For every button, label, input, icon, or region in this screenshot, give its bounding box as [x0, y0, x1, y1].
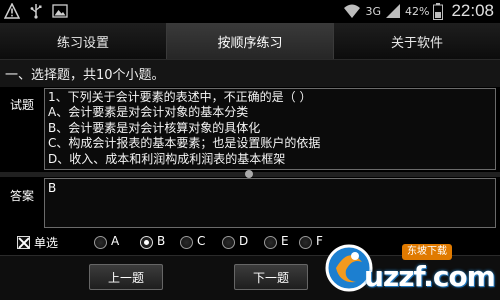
- image-icon: [52, 4, 68, 18]
- question-textarea[interactable]: 1、下列关于会计要素的表述中，不正确的是（ ） A、会计要素是对会计对象的基本分…: [44, 88, 496, 170]
- clock: 22:08: [451, 1, 494, 20]
- option-label-c: C: [197, 234, 206, 248]
- question-stem: 1、下列关于会计要素的表述中，不正确的是（ ）: [48, 90, 312, 104]
- option-radio-a[interactable]: [94, 236, 107, 249]
- question-option-b: B、会计要素是对会计核算对象的具体化: [48, 120, 261, 135]
- usb-icon: [30, 4, 42, 19]
- option-label-e: E: [281, 234, 289, 248]
- watermark-tag: 东坡下载: [402, 244, 452, 260]
- warning-icon: [4, 3, 20, 19]
- question-label: 试题: [9, 98, 34, 112]
- question-option-c: C、构成会计报表的基本要素；也是设置账户的依据: [48, 136, 321, 151]
- option-radio-c[interactable]: [180, 236, 193, 249]
- answer-value: B: [48, 181, 57, 195]
- option-radio-f[interactable]: [299, 236, 312, 249]
- option-radio-b[interactable]: [140, 236, 153, 249]
- tab-bar: 练习设置 按顺序练习 关于软件: [0, 23, 500, 59]
- answer-textarea[interactable]: B: [44, 178, 496, 228]
- watermark-brand: uzzf.com: [364, 260, 496, 293]
- option-radio-e[interactable]: [264, 236, 277, 249]
- answer-label: 答案: [9, 189, 34, 203]
- tab-sequential-practice[interactable]: 按顺序练习: [167, 23, 334, 59]
- watermark-logo: 东坡下载 uzzf.com: [325, 232, 500, 300]
- previous-question-button[interactable]: 上一题: [89, 264, 163, 290]
- network-type: 3G: [365, 4, 381, 18]
- battery-percent: 42%: [405, 4, 430, 18]
- resize-handle[interactable]: [245, 170, 253, 178]
- battery-icon: [433, 2, 444, 20]
- section-title: 一、选择题，共10个小题。: [5, 68, 165, 83]
- status-bar: 3G 42% 22:08: [0, 0, 500, 22]
- single-choice-label: 单选: [34, 236, 59, 250]
- option-label-b: B: [157, 234, 166, 248]
- option-radio-d[interactable]: [222, 236, 235, 249]
- signal-icon: [386, 4, 400, 18]
- tab-about[interactable]: 关于软件: [334, 23, 500, 59]
- option-label-d: D: [239, 234, 249, 248]
- option-label-a: A: [111, 234, 120, 248]
- wifi-icon: [344, 4, 361, 18]
- question-option-d: D、收入、成本和利润构成利润表的基本框架: [48, 151, 286, 166]
- single-choice-checkbox[interactable]: [17, 236, 30, 249]
- next-question-button[interactable]: 下一题: [234, 264, 308, 290]
- tab-practice-settings[interactable]: 练习设置: [0, 23, 167, 59]
- question-option-a: A、会计要素是对会计对象的基本分类: [48, 105, 249, 120]
